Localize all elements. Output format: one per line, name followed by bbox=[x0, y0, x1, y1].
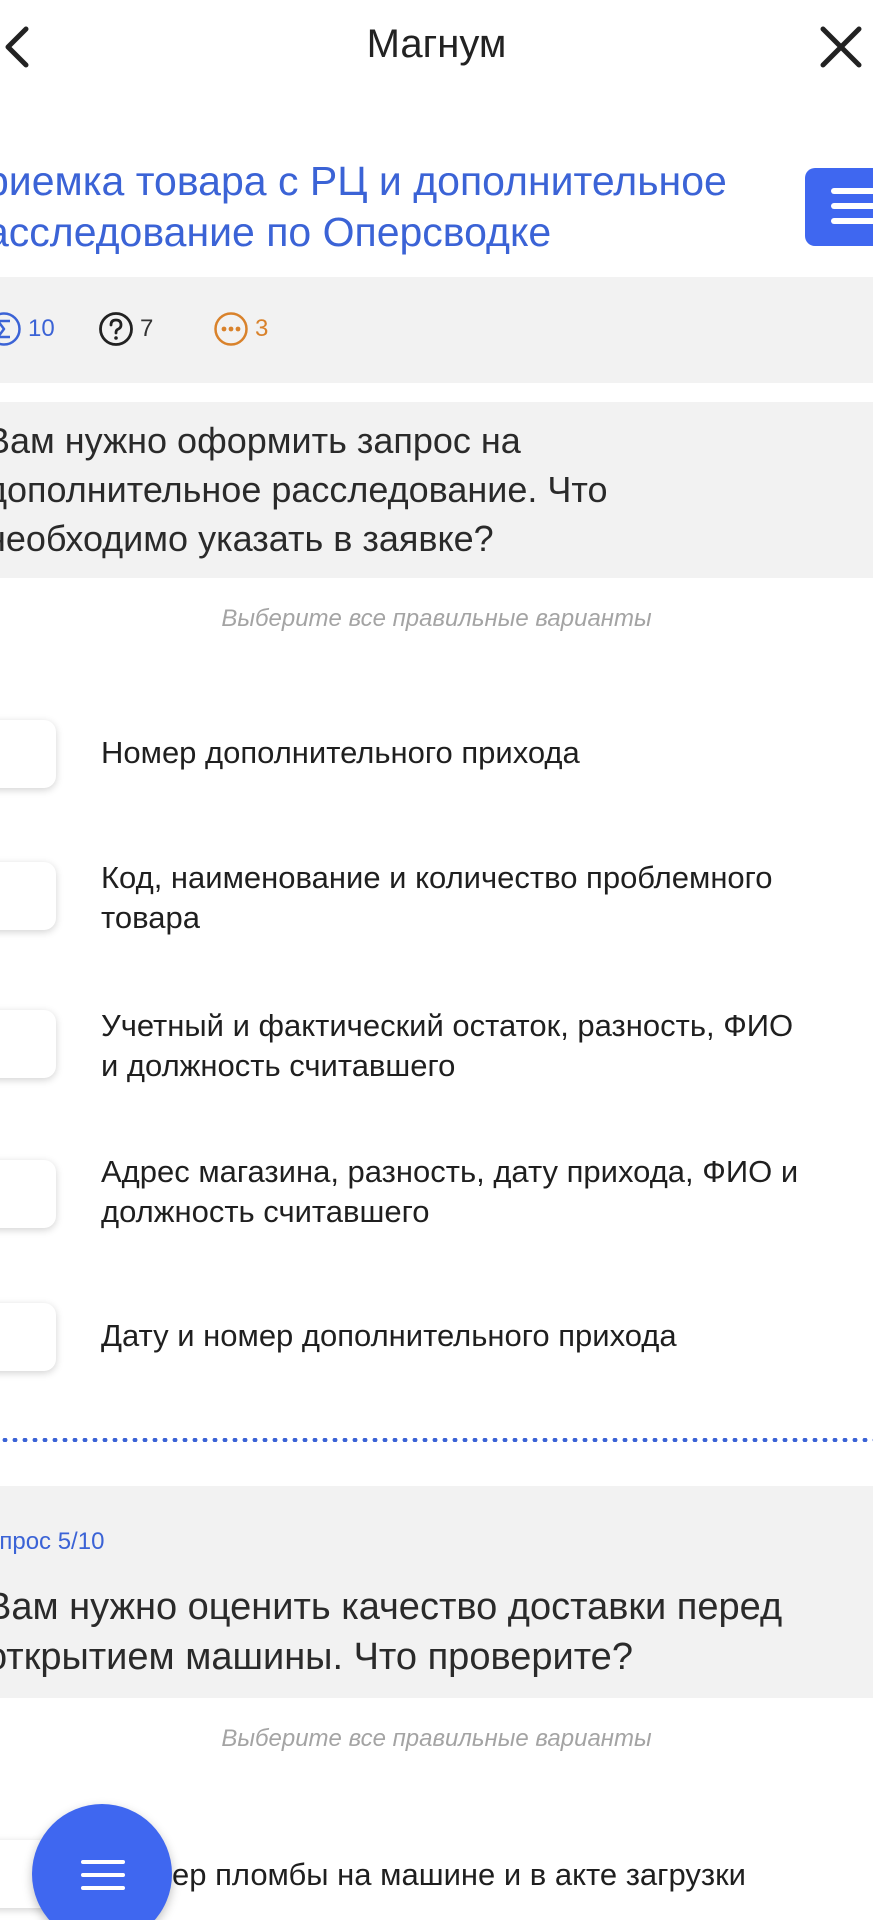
question-line: необходимо указать в заявке? bbox=[0, 518, 494, 559]
stat-total: 10 bbox=[0, 311, 55, 347]
more-icon bbox=[214, 312, 248, 346]
option-label-line: Дату и номер дополнительного прихода bbox=[101, 1318, 677, 1353]
question-number: опрос 5/10 bbox=[0, 1528, 105, 1555]
option-checkbox[interactable] bbox=[0, 720, 56, 788]
option-label: ер пломбы на машине и в акте загрузки bbox=[172, 1857, 746, 1892]
close-button[interactable] bbox=[816, 22, 866, 72]
stat-questions: 7 bbox=[98, 311, 153, 347]
option-label-line: и должность считавшего bbox=[101, 1048, 456, 1083]
question-line: дополнительное расследование. Что bbox=[0, 469, 608, 510]
close-icon bbox=[820, 26, 862, 68]
option-label-line: Номер дополнительного прихода bbox=[101, 735, 580, 770]
question-icon bbox=[99, 312, 133, 346]
menu-icon bbox=[831, 188, 873, 233]
next-question-box: опрос 5/10 Вам нужно оценить качество до… bbox=[0, 1486, 873, 1698]
option-label-line: товара bbox=[101, 900, 200, 935]
option-label: Номер дополнительного прихода bbox=[101, 733, 873, 773]
option-label: Код, наименование и количество проблемно… bbox=[101, 858, 873, 938]
question-line: открытием машины. Что проверите? bbox=[0, 1636, 633, 1678]
question-text: Вам нужно оформить запрос на дополнитель… bbox=[0, 416, 866, 563]
option-label: Дату и номер дополнительного прихода bbox=[101, 1316, 873, 1356]
test-title: риемка товара с РЦ и дополнительное ассл… bbox=[0, 156, 776, 258]
test-title-line: асследование по Оперсводке bbox=[0, 209, 552, 255]
option-checkbox[interactable] bbox=[0, 1303, 56, 1371]
question-box: Вам нужно оформить запрос на дополнитель… bbox=[0, 402, 873, 578]
option-checkbox[interactable] bbox=[0, 1160, 56, 1228]
option-label-line: Код, наименование и количество проблемно… bbox=[101, 860, 773, 895]
question-line: Вам нужно оценить качество доставки пере… bbox=[0, 1586, 783, 1628]
stat-total-value: 10 bbox=[28, 315, 55, 342]
sum-icon bbox=[0, 312, 21, 346]
app-title: Магнум bbox=[366, 22, 507, 66]
option-label: Адрес магазина, разность, дату прихода, … bbox=[101, 1152, 873, 1232]
next-question-text: Вам нужно оценить качество доставки пере… bbox=[0, 1582, 873, 1682]
test-title-line: риемка товара с РЦ и дополнительное bbox=[0, 158, 727, 204]
option-checkbox[interactable] bbox=[0, 1010, 56, 1078]
stat-questions-value: 7 bbox=[140, 315, 154, 342]
question-line: Вам нужно оформить запрос на bbox=[0, 420, 521, 461]
test-menu-button[interactable] bbox=[805, 168, 873, 246]
option-label: Учетный и фактический остаток, разность,… bbox=[101, 1006, 873, 1086]
answer-hint: Выберите все правильные варианты bbox=[221, 1725, 652, 1752]
top-bar: Магнум bbox=[0, 0, 873, 92]
option-checkbox[interactable] bbox=[0, 862, 56, 930]
stat-more: 3 bbox=[213, 311, 268, 347]
menu-icon bbox=[81, 1860, 125, 1899]
option-label-line: должность считавшего bbox=[101, 1194, 430, 1229]
stats-bar: 10 7 3 bbox=[0, 277, 873, 383]
option-label-line: Адрес магазина, разность, дату прихода, … bbox=[101, 1154, 799, 1189]
option-label-line: Учетный и фактический остаток, разность,… bbox=[101, 1008, 794, 1043]
floating-menu-button[interactable] bbox=[32, 1804, 172, 1920]
answer-hint: Выберите все правильные варианты bbox=[221, 605, 652, 632]
question-divider bbox=[0, 1438, 873, 1442]
stat-more-value: 3 bbox=[255, 315, 269, 342]
